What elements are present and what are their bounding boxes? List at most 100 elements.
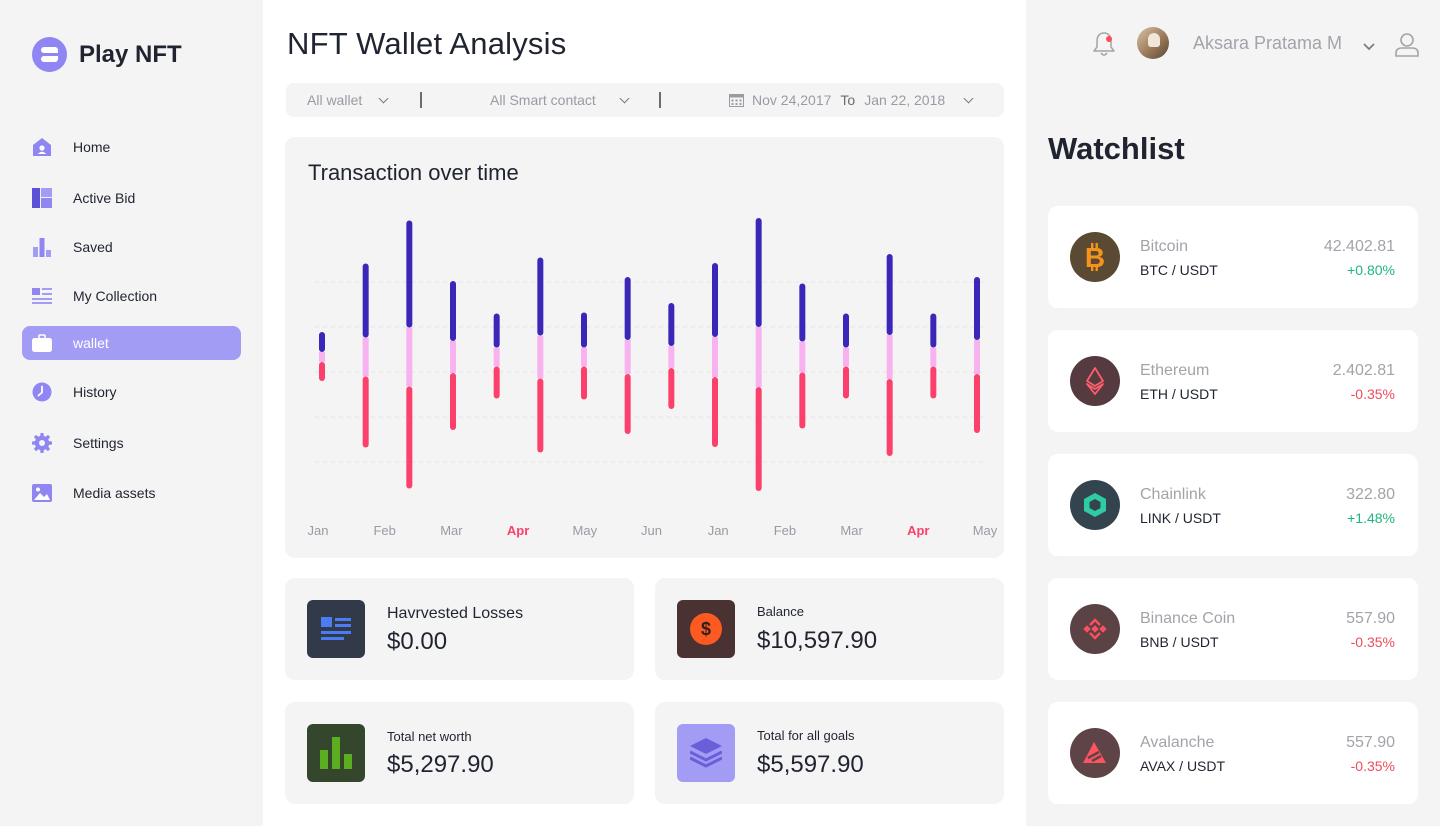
chart-bar-top[interactable] <box>624 277 631 340</box>
sidebar-item-label: Active Bid <box>73 190 136 206</box>
chart-bar-bottom[interactable] <box>930 366 937 399</box>
chart-bar-middle[interactable] <box>537 335 544 379</box>
chart-bar-top[interactable] <box>668 303 675 346</box>
watchlist-item-avalanche[interactable]: Avalanche AVAX / USDT 557.90 -0.35% <box>1048 702 1418 804</box>
chart-bar-middle[interactable] <box>406 327 413 387</box>
sidebar-item-my-collection[interactable]: My Collection <box>22 279 241 313</box>
chevron-down-icon[interactable] <box>1363 38 1375 56</box>
calendar-icon <box>729 93 744 107</box>
chart-bar-middle[interactable] <box>755 327 762 387</box>
app-logo[interactable]: Play NFT <box>32 37 182 72</box>
chart-bar-bottom[interactable] <box>712 377 718 447</box>
chart-bar-middle[interactable] <box>450 341 456 373</box>
chart-bar-middle[interactable] <box>886 335 893 379</box>
chart-x-tick-label: Apr <box>507 523 529 538</box>
sidebar-item-settings[interactable]: Settings <box>22 426 241 460</box>
wallet-filter-dropdown[interactable]: All wallet <box>307 83 389 117</box>
chart-bar-bottom[interactable] <box>799 372 806 429</box>
chart-bar-bottom[interactable] <box>362 376 369 448</box>
chart-bar-top[interactable] <box>974 277 980 340</box>
chart-bar-top[interactable] <box>493 313 500 348</box>
chart-bar-bottom[interactable] <box>493 366 500 399</box>
chart-bar-top[interactable] <box>712 263 718 337</box>
chart-bar-top[interactable] <box>362 263 369 338</box>
chart-x-tick-label: Jan <box>308 523 329 538</box>
chart-bar-middle[interactable] <box>799 341 806 373</box>
chart-bar-bottom[interactable] <box>537 378 544 453</box>
chart-bar-bottom[interactable] <box>886 379 893 456</box>
chart-bar-bottom[interactable] <box>581 366 587 400</box>
notification-bell-icon[interactable] <box>1093 31 1115 62</box>
bar-chart-icon <box>32 237 52 257</box>
chart-bar-top[interactable] <box>886 254 893 335</box>
chart-bar-top[interactable] <box>406 220 413 328</box>
chart-bar-bottom[interactable] <box>319 362 325 381</box>
chart-bar-bottom[interactable] <box>450 373 456 430</box>
coin-price: 557.90 <box>1346 734 1395 751</box>
main-content: NFT Wallet Analysis All wallet All Smart… <box>263 0 1026 826</box>
chart-bar-middle[interactable] <box>930 347 937 367</box>
watchlist-item-chainlink[interactable]: Chainlink LINK / USDT 322.80 +1.48% <box>1048 454 1418 556</box>
chart-bar-top[interactable] <box>581 312 587 348</box>
coin-price: 322.80 <box>1346 486 1395 503</box>
avalanche-icon <box>1070 728 1120 778</box>
chart-x-tick-label: Feb <box>774 523 796 538</box>
date-from: Nov 24,2017 <box>752 92 832 108</box>
watchlist-item-bitcoin[interactable]: B Bitcoin BTC / USDT 42.402.81 +0.80% <box>1048 206 1418 308</box>
wallet-filter-value: All wallet <box>307 92 363 108</box>
chart-x-tick-label: Mar <box>440 523 463 538</box>
chart-bar-middle[interactable] <box>362 337 369 377</box>
chart-bar-middle[interactable] <box>712 337 718 377</box>
date-range-picker[interactable]: Nov 24,2017 To Jan 22, 2018 <box>729 83 974 117</box>
coin-pair: BNB / USDT <box>1140 634 1219 650</box>
chart-bar-bottom[interactable] <box>755 387 762 491</box>
sidebar-item-label: wallet <box>73 335 109 351</box>
sidebar-item-label: My Collection <box>73 288 158 304</box>
logo-icon <box>32 37 67 72</box>
chart-bar-middle[interactable] <box>668 346 675 368</box>
sidebar-item-label: Media assets <box>73 485 156 501</box>
chart-bar-middle[interactable] <box>581 347 587 367</box>
coin-name: Bitcoin <box>1140 238 1189 255</box>
app-name: Play NFT <box>79 40 182 68</box>
contract-filter-dropdown[interactable]: All Smart contact <box>490 83 630 117</box>
chart-bar-top[interactable] <box>799 283 806 342</box>
sidebar-item-active-bid[interactable]: Active Bid <box>22 181 241 215</box>
chart-bar-bottom[interactable] <box>843 366 849 399</box>
coin-change: -0.35% <box>1350 386 1395 402</box>
sidebar-item-saved[interactable]: Saved <box>22 230 241 264</box>
watchlist-item-ethereum[interactable]: Ethereum ETH / USDT 2.402.81 -0.35% <box>1048 330 1418 432</box>
coin-name: Avalanche <box>1140 734 1215 751</box>
news-icon <box>307 600 365 658</box>
chart-bar-top[interactable] <box>319 332 325 352</box>
chart-bar-bottom[interactable] <box>624 374 631 434</box>
avatar[interactable] <box>1137 27 1169 59</box>
chart-bar-top[interactable] <box>450 281 456 341</box>
chart-bar-top[interactable] <box>755 218 762 327</box>
chart-bar-top[interactable] <box>537 257 544 336</box>
chart-bar-bottom[interactable] <box>406 386 413 489</box>
chart-bar-middle[interactable] <box>319 352 325 362</box>
sidebar-item-home[interactable]: Home <box>22 130 241 164</box>
chart-bar-middle[interactable] <box>493 347 500 367</box>
chart-bar-middle[interactable] <box>974 340 980 374</box>
chart-bar-top[interactable] <box>930 313 937 348</box>
svg-text:$: $ <box>701 619 711 639</box>
coin-pair: AVAX / USDT <box>1140 758 1226 774</box>
sidebar-item-media-assets[interactable]: Media assets <box>22 476 241 510</box>
chart-x-tick-label: Jun <box>641 523 662 538</box>
chart-bar-bottom[interactable] <box>974 374 980 433</box>
chart-bar-middle[interactable] <box>843 347 849 367</box>
list-icon <box>32 286 52 306</box>
chart-bar-bottom[interactable] <box>668 368 675 409</box>
coin-change: +0.80% <box>1347 262 1395 278</box>
coin-name: Binance Coin <box>1140 610 1236 627</box>
watchlist-item-binance-coin[interactable]: Binance Coin BNB / USDT 557.90 -0.35% <box>1048 578 1418 680</box>
coin-price: 2.402.81 <box>1332 362 1395 379</box>
user-profile-icon[interactable] <box>1395 32 1419 62</box>
sidebar-item-history[interactable]: History <box>22 375 241 409</box>
chart-bar-top[interactable] <box>843 313 849 348</box>
chart-bar-middle[interactable] <box>624 340 631 374</box>
sidebar-item-wallet[interactable]: wallet <box>22 326 241 360</box>
user-name[interactable]: Aksara Pratama M <box>1193 33 1342 54</box>
